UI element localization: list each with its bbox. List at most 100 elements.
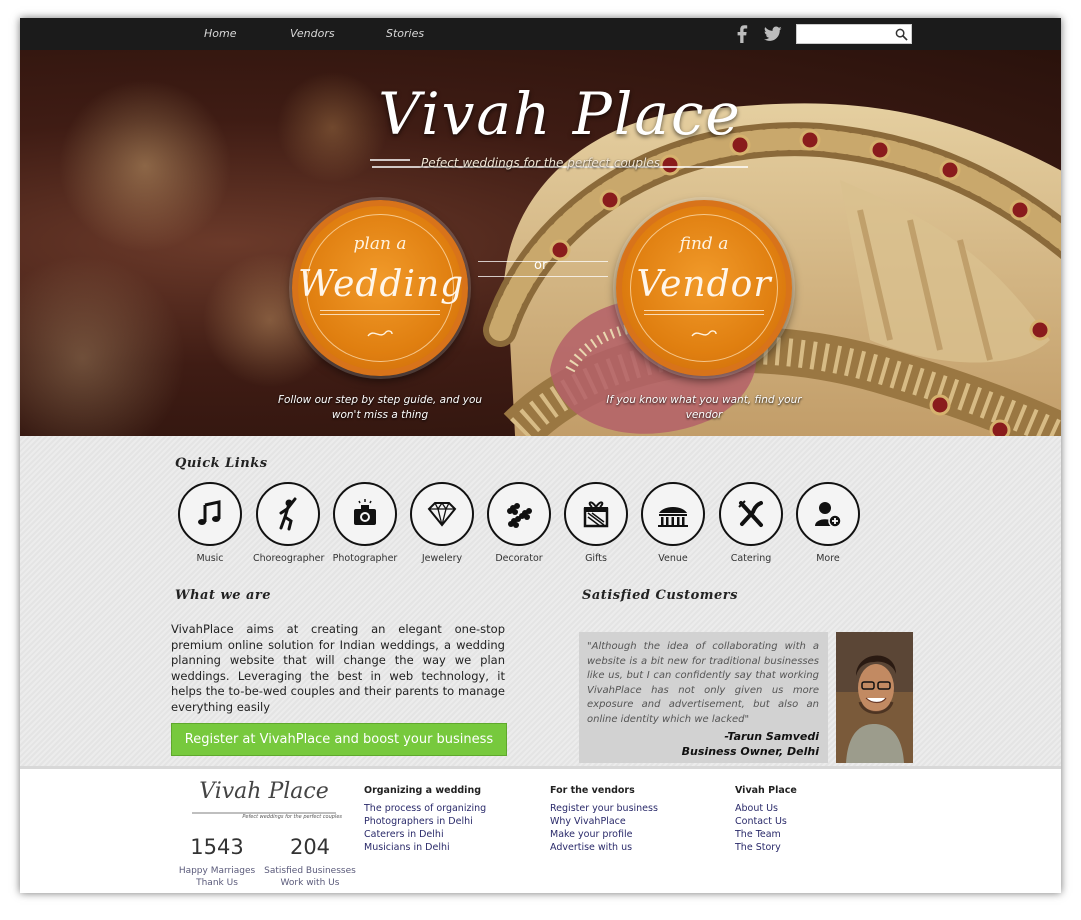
page-frame: Home Vendors Stories Vivah Place Pefect … [20, 18, 1061, 893]
music-note-icon [198, 500, 221, 525]
camera-icon [354, 499, 376, 525]
flourish-icon [367, 330, 393, 337]
quick-link-circle [719, 482, 783, 546]
quick-link-label: Gifts [585, 553, 607, 564]
quick-link-gifts[interactable]: Gifts [561, 482, 631, 564]
footer-link[interactable]: Photographers in Delhi [364, 815, 486, 828]
search-icon[interactable] [895, 28, 908, 41]
footer-column-vendors: For the vendors Register your business W… [550, 785, 658, 854]
footer-column-vivahplace: Vivah Place About Us Contact Us The Team… [735, 785, 797, 854]
footer-column-title: Vivah Place [735, 785, 797, 796]
search-box[interactable] [796, 24, 912, 44]
quick-link-jewelery[interactable]: Jewelery [407, 482, 477, 564]
footer-column-organizing: Organizing a wedding The process of orga… [364, 785, 486, 854]
footer-link[interactable]: Caterers in Delhi [364, 828, 486, 841]
footer-link[interactable]: Musicians in Delhi [364, 841, 486, 854]
quick-link-catering[interactable]: Catering [716, 482, 786, 564]
footer-link[interactable]: The process of organizing [364, 802, 486, 815]
quick-link-label: Photographer [332, 553, 398, 564]
nav-stories[interactable]: Stories [386, 27, 424, 40]
nav-vendors[interactable]: Vendors [290, 27, 335, 40]
about-text: VivahPlace aims at creating an elegant o… [171, 622, 505, 714]
or-line-bottom [478, 276, 608, 277]
stat-businesses-count: 204 [289, 835, 331, 859]
top-navbar: Home Vendors Stories [20, 18, 1061, 50]
hero-tagline: Pefect weddings for the perfect couples [420, 156, 660, 170]
quick-link-label: More [816, 553, 840, 564]
find-vendor-small-text: find a [679, 234, 729, 254]
flowers-icon [507, 503, 532, 528]
plan-wedding-big-text: Wedding [298, 264, 465, 305]
quick-link-music[interactable]: Music [175, 482, 245, 564]
plan-wedding-caption: Follow our step by step guide, and you w… [277, 394, 483, 421]
flourish-icon [691, 330, 717, 337]
find-vendor-big-text: Vendor [636, 264, 772, 305]
footer-link[interactable]: About Us [735, 802, 797, 815]
quick-link-choreographer[interactable]: Choreographer [253, 482, 325, 564]
quick-link-photographer[interactable]: Photographer [330, 482, 400, 564]
twitter-icon[interactable] [764, 26, 782, 42]
search-input[interactable] [800, 27, 890, 41]
stat-marriages-count: 1543 [190, 835, 244, 859]
quick-link-circle [410, 482, 474, 546]
testimonial-quote: "Although the idea of collaborating with… [587, 641, 819, 725]
or-text: or [534, 258, 548, 273]
hero-logo-text: Vivah Place [378, 80, 742, 148]
footer-link[interactable]: Make your profile [550, 828, 658, 841]
footer: Vivah Place Pefect weddings for the perf… [20, 766, 1061, 893]
stat-businesses-sublabel: Work with Us [280, 878, 340, 888]
plan-wedding-divider [320, 310, 440, 311]
quick-link-circle [178, 482, 242, 546]
add-user-icon [815, 502, 842, 528]
footer-link[interactable]: The Team [735, 828, 797, 841]
plan-wedding-small-text: plan a [353, 234, 407, 254]
dancer-icon [279, 497, 297, 531]
stat-businesses-label: Satisfied Businesses [264, 866, 356, 876]
quick-link-label: Catering [730, 553, 772, 564]
facebook-icon[interactable] [737, 25, 749, 43]
footer-logo-tagline: Pefect weddings for the perfect couples [242, 814, 342, 820]
plan-wedding-button[interactable]: plan a Wedding [292, 200, 468, 376]
quick-link-decorator[interactable]: Decorator [484, 482, 554, 564]
nav-home[interactable]: Home [204, 27, 236, 40]
find-vendor-divider [644, 310, 764, 311]
plan-wedding-divider-2 [320, 314, 440, 315]
testimonial-box: "Although the idea of collaborating with… [579, 632, 828, 763]
footer-column-title: Organizing a wedding [364, 785, 482, 796]
quick-link-circle [333, 482, 397, 546]
find-vendor-divider-2 [644, 314, 764, 315]
footer-link[interactable]: Register your business [550, 802, 658, 815]
quick-link-circle [641, 482, 705, 546]
footer-link[interactable]: Why VivahPlace [550, 815, 658, 828]
venue-icon [658, 507, 688, 527]
quick-links-heading: Quick Links [175, 456, 268, 471]
quick-link-label: Choreographer [253, 553, 325, 564]
footer-column-title: For the vendors [550, 785, 635, 796]
quick-link-label: Jewelery [421, 553, 463, 564]
testimonials-heading: Satisfied Customers [582, 588, 738, 603]
quick-link-more[interactable]: More [793, 482, 863, 564]
quick-link-venue[interactable]: Venue [638, 482, 708, 564]
stat-marriages-sublabel: Thank Us [196, 878, 238, 888]
quick-link-label: Venue [658, 553, 688, 564]
quick-link-circle [487, 482, 551, 546]
quick-link-circle [796, 482, 860, 546]
quick-link-label: Music [196, 553, 224, 564]
hero-banner: Vivah Place Pefect weddings for the perf… [20, 50, 1061, 436]
quick-link-circle [256, 482, 320, 546]
footer-link[interactable]: The Story [735, 841, 797, 854]
about-heading: What we are [175, 588, 272, 603]
find-vendor-button[interactable]: find a Vendor [616, 200, 792, 376]
stat-marriages-label: Happy Marriages [178, 866, 256, 876]
testimonial-author: -Tarun Samvedi [724, 730, 819, 743]
customer-photo [836, 632, 913, 763]
footer-link[interactable]: Advertise with us [550, 841, 658, 854]
quick-link-circle [564, 482, 628, 546]
diamond-icon [427, 501, 457, 527]
quick-link-label: Decorator [495, 553, 543, 564]
footer-logo-text: Vivah Place [199, 779, 329, 804]
register-button[interactable]: Register at VivahPlace and boost your bu… [171, 723, 507, 756]
find-vendor-caption: If you know what you want, find your ven… [606, 394, 802, 421]
footer-link[interactable]: Contact Us [735, 815, 797, 828]
gift-icon [583, 501, 609, 528]
